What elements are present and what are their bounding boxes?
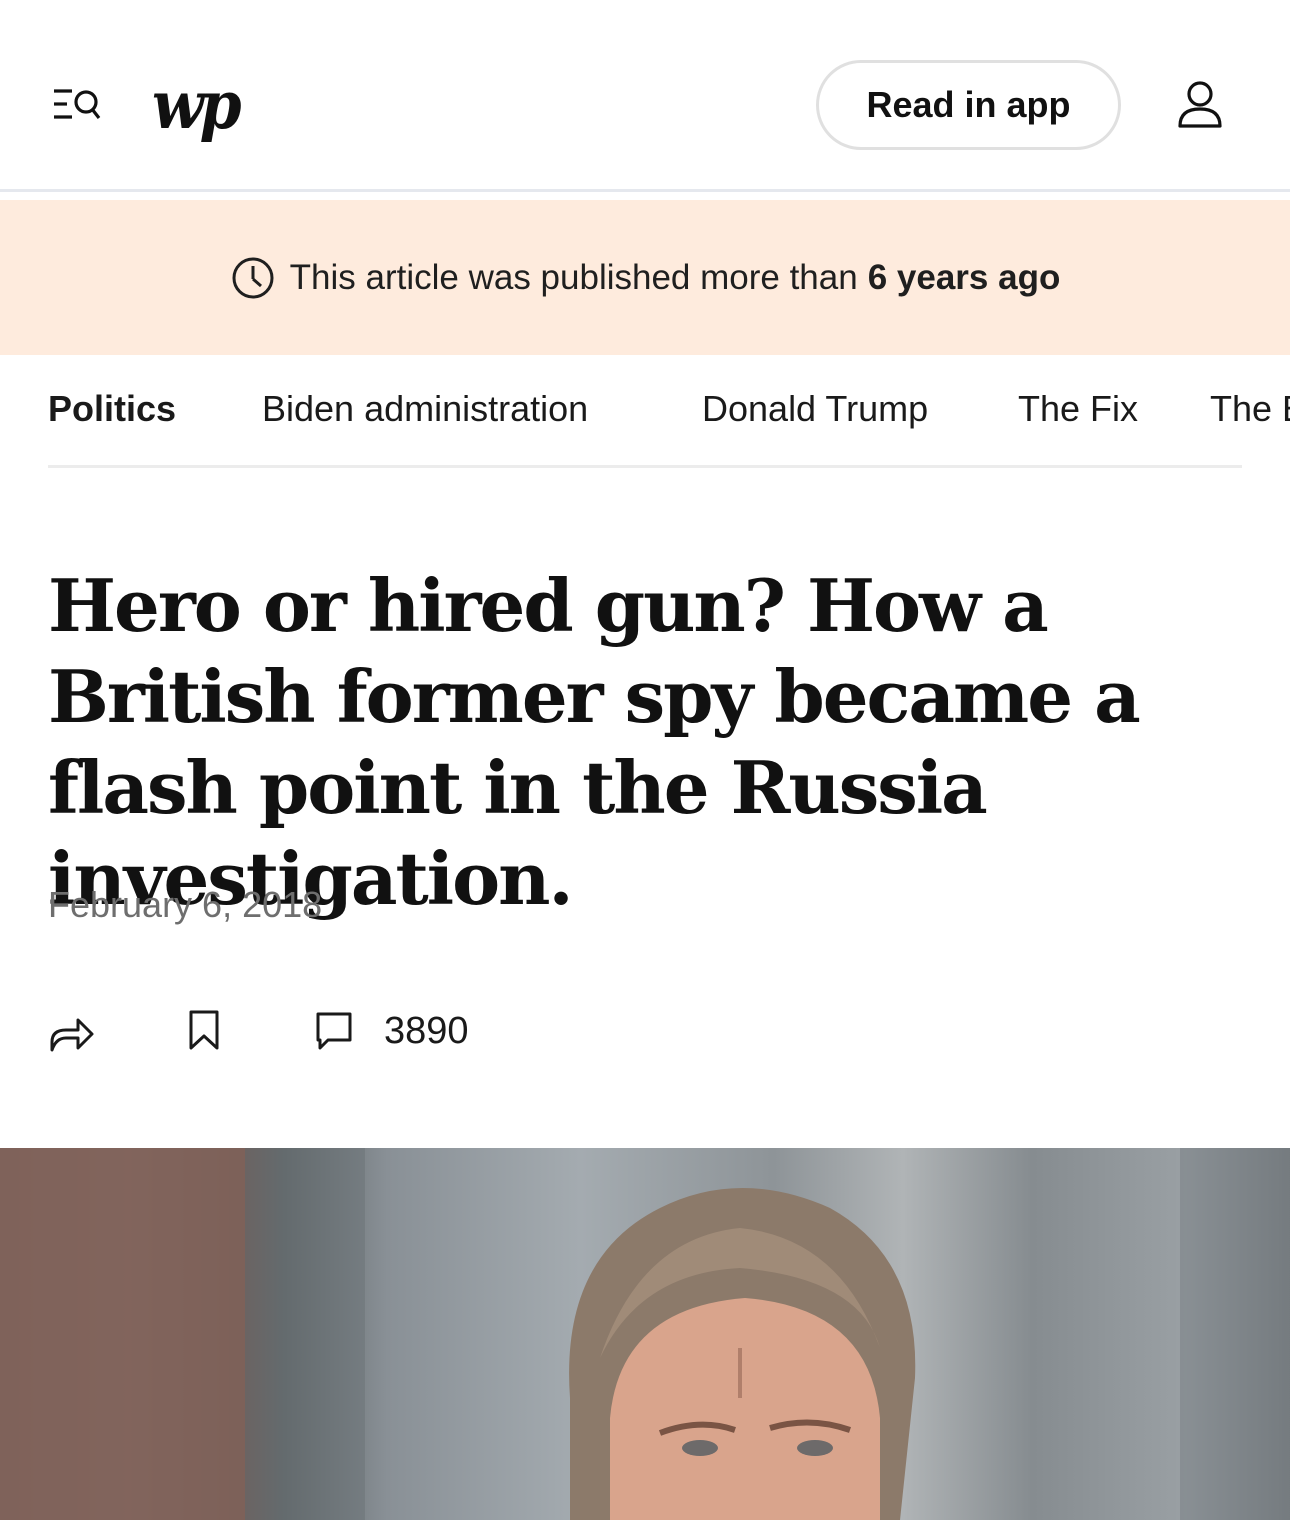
- account-icon[interactable]: [1172, 80, 1228, 132]
- article-page: wp Read in app This article was publishe…: [0, 0, 1290, 1520]
- nav-item-politics[interactable]: Politics: [48, 388, 176, 430]
- nav-item-donald-trump[interactable]: Donald Trump: [702, 388, 928, 430]
- top-header: wp Read in app: [0, 0, 1290, 192]
- section-nav: Politics Biden administration Donald Tru…: [0, 355, 1290, 469]
- share-icon[interactable]: [48, 1008, 96, 1056]
- nav-divider: [48, 465, 1242, 468]
- comment-count[interactable]: 3890: [384, 1010, 469, 1053]
- banner-emphasis: 6 years ago: [867, 257, 1061, 297]
- article-date: February 6, 2018: [48, 884, 323, 925]
- comment-icon[interactable]: [314, 1008, 354, 1052]
- article-headline: Hero or hired gun? How a British former …: [48, 563, 1141, 921]
- nav-item-the-fix[interactable]: The Fix: [1018, 388, 1138, 430]
- menu-search-icon[interactable]: [50, 82, 104, 128]
- nav-item-biden-administration[interactable]: Biden administration: [262, 388, 588, 430]
- clock-icon: [232, 257, 274, 298]
- bookmark-icon[interactable]: [186, 1008, 222, 1052]
- published-age-banner: This article was published more than 6 y…: [0, 200, 1290, 355]
- read-in-app-button[interactable]: Read in app: [816, 60, 1121, 150]
- nav-item-more[interactable]: The E: [1210, 388, 1290, 430]
- banner-text: This article was published more than: [289, 257, 858, 297]
- washington-post-logo[interactable]: wp: [152, 60, 248, 152]
- article-lead-photo: [0, 1148, 1290, 1520]
